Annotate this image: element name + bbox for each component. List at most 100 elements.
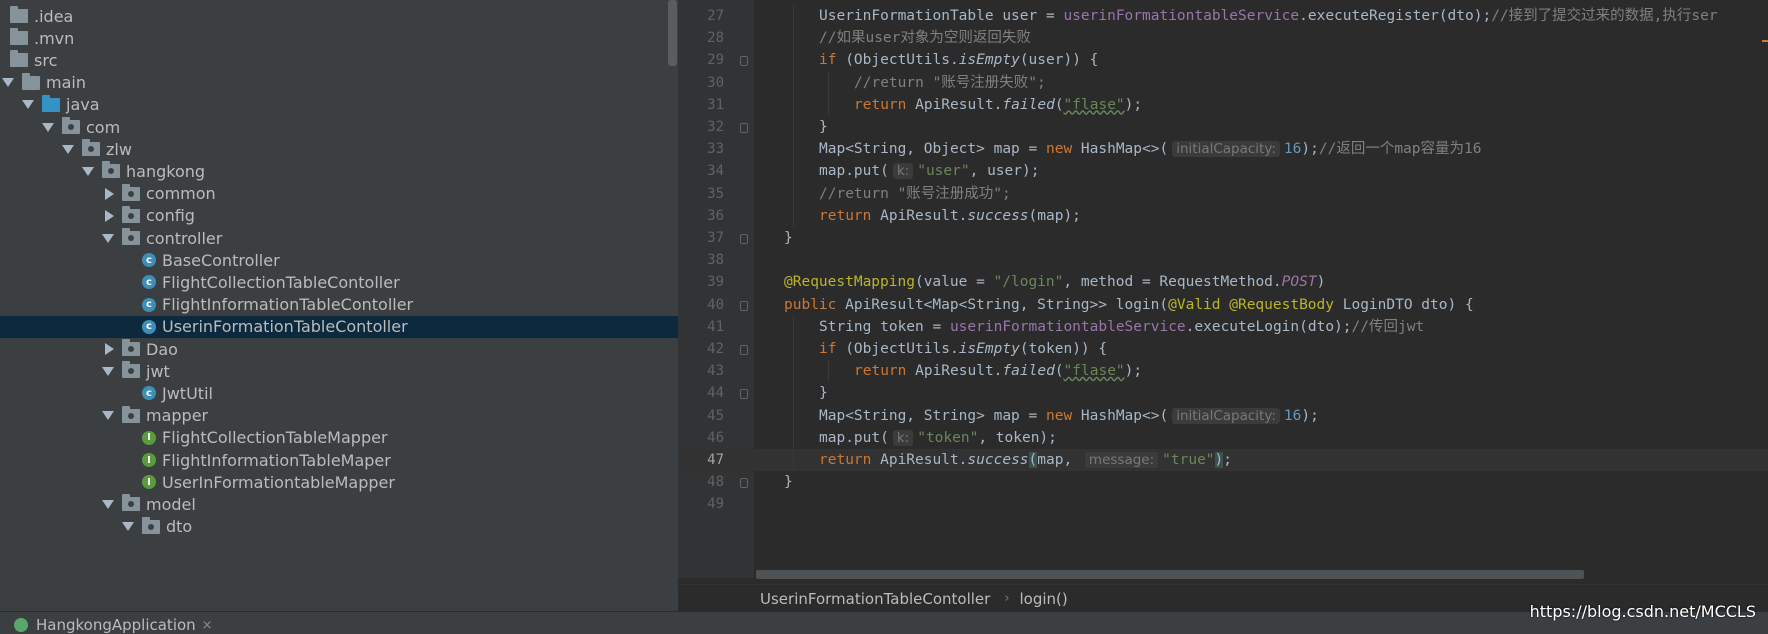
- run-tab[interactable]: HangkongApplication ×: [14, 616, 213, 634]
- breadcrumb-class[interactable]: UserinFormationTableContoller: [760, 590, 990, 608]
- tree-item[interactable]: I FlightCollectionTableMapper: [0, 427, 678, 449]
- code-line[interactable]: 27 UserinFormationTable user = userinForm…: [678, 5, 1768, 28]
- collapse-arrow-icon[interactable]: [105, 209, 114, 222]
- package-icon: [122, 228, 140, 246]
- code-token: (: [1054, 363, 1064, 380]
- line-number: 32: [707, 119, 724, 135]
- code-token: );: [1124, 363, 1143, 380]
- code-line[interactable]: 39 @RequestMapping(value = "/login", meth…: [678, 271, 1768, 293]
- tree-item[interactable]: c FlightInformationTableContoller: [0, 294, 678, 316]
- code-token: ;: [1223, 452, 1233, 468]
- tree-item[interactable]: main: [0, 72, 678, 94]
- fold-marker-icon[interactable]: [740, 123, 748, 133]
- package-icon: [122, 339, 140, 357]
- code-line[interactable]: 36 return ApiResult.success(map);: [678, 204, 1768, 227]
- code-line[interactable]: 37}: [678, 227, 1768, 249]
- tree-item[interactable]: c UserinFormationTableContoller: [0, 315, 678, 338]
- folder-icon: [42, 94, 60, 112]
- indent-guide: [828, 360, 829, 383]
- code-line[interactable]: 47 return ApiResult.success(map, message:…: [678, 449, 1768, 472]
- collapse-arrow-icon[interactable]: [105, 187, 114, 200]
- tree-item[interactable]: java: [0, 94, 678, 116]
- tree-item[interactable]: model: [0, 493, 678, 515]
- tree-item[interactable]: zlw: [0, 138, 678, 160]
- code-line[interactable]: 35 //return "账号注册成功";: [678, 182, 1768, 205]
- breadcrumb-method[interactable]: login(): [1020, 590, 1068, 608]
- tree-item[interactable]: src: [0, 49, 678, 71]
- tree-item[interactable]: config: [0, 205, 678, 227]
- tree-item[interactable]: hangkong: [0, 160, 678, 182]
- tree-item-label: hangkong: [126, 161, 206, 181]
- code-line[interactable]: 29 if (ObjectUtils.isEmpty(user)) {: [678, 49, 1768, 72]
- code-token: //传回jwt: [1351, 318, 1425, 335]
- tree-item[interactable]: I FlightInformationTableMaper: [0, 449, 678, 471]
- fold-marker-icon[interactable]: [740, 234, 748, 244]
- expand-arrow-icon[interactable]: [62, 144, 74, 154]
- editor-horizontal-scrollbar[interactable]: [756, 570, 1584, 579]
- code-line[interactable]: 33 Map<String, Object> map = new HashMap<…: [678, 138, 1768, 161]
- expand-arrow-icon[interactable]: [102, 233, 114, 243]
- code-line[interactable]: 49: [678, 493, 1768, 515]
- tree-item[interactable]: I UserInFormationtableMapper: [0, 471, 678, 493]
- indent-guide: [793, 204, 794, 227]
- tree-item[interactable]: Dao: [0, 338, 678, 360]
- close-icon[interactable]: ×: [202, 618, 213, 633]
- code-line[interactable]: 34 map.put(k: "user", user);: [678, 160, 1768, 183]
- code-line[interactable]: 43 return ApiResult.failed("flase");: [678, 360, 1768, 383]
- project-tree-scrollbar[interactable]: [668, 0, 677, 66]
- code-line[interactable]: 42 if (ObjectUtils.isEmpty(token)) {: [678, 338, 1768, 361]
- package-icon: [122, 361, 140, 379]
- collapse-arrow-icon[interactable]: [105, 343, 114, 356]
- code-line[interactable]: 41 String token = userinFormationtableSer…: [678, 315, 1768, 338]
- tree-item[interactable]: .mvn: [0, 27, 678, 49]
- code-token: (: [1028, 452, 1038, 468]
- fold-marker-icon[interactable]: [740, 345, 748, 355]
- code-line[interactable]: 38: [678, 249, 1768, 271]
- code-line[interactable]: 46 map.put(k: "token", token);: [678, 426, 1768, 449]
- fold-marker-icon[interactable]: [740, 389, 748, 400]
- folder-icon: [10, 6, 28, 24]
- code-token: String token =: [819, 318, 950, 335]
- fold-marker-icon[interactable]: [740, 56, 748, 67]
- tree-item-label: model: [146, 494, 196, 514]
- tree-item-label: main: [46, 73, 86, 93]
- code-token: @Valid: [1168, 296, 1230, 313]
- code-line[interactable]: 30 //return "账号注册失败";: [678, 71, 1768, 94]
- code-line[interactable]: 45 Map<String, String> map = new HashMap<…: [678, 404, 1768, 427]
- expand-arrow-icon[interactable]: [22, 100, 34, 110]
- code-editor[interactable]: 27 UserinFormationTable user = userinForm…: [678, 0, 1768, 611]
- tree-item[interactable]: dto: [0, 516, 678, 538]
- code-line[interactable]: 28 //如果user对象为空则返回失败: [678, 27, 1768, 50]
- error-stripe-mark[interactable]: [1762, 40, 1768, 42]
- expand-arrow-icon[interactable]: [102, 499, 114, 509]
- expand-arrow-icon[interactable]: [102, 411, 114, 421]
- code-line[interactable]: 48}: [678, 471, 1768, 493]
- tree-item[interactable]: common: [0, 183, 678, 205]
- tree-item[interactable]: com: [0, 116, 678, 138]
- tree-item[interactable]: c FlightCollectionTableContoller: [0, 271, 678, 293]
- line-number: 47: [707, 452, 724, 468]
- tree-item[interactable]: c JwtUtil: [0, 382, 678, 404]
- code-line[interactable]: 32}: [678, 116, 1768, 139]
- tree-item-label: UserInFormationtableMapper: [162, 472, 395, 492]
- code-line[interactable]: 44}: [678, 382, 1768, 405]
- expand-arrow-icon[interactable]: [2, 78, 14, 88]
- watermark: https://blog.csdn.net/MCCLS: [1529, 602, 1756, 621]
- expand-arrow-icon[interactable]: [102, 366, 114, 376]
- tree-item[interactable]: .idea: [0, 5, 678, 27]
- expand-arrow-icon[interactable]: [42, 122, 54, 132]
- tree-item[interactable]: jwt: [0, 360, 678, 382]
- tree-item[interactable]: controller: [0, 227, 678, 249]
- code-token: failed: [1002, 363, 1055, 380]
- code-token: "flase": [1063, 363, 1125, 380]
- code-line[interactable]: 31 return ApiResult.failed("flase");: [678, 93, 1768, 116]
- tree-item[interactable]: mapper: [0, 405, 678, 427]
- expand-arrow-icon[interactable]: [82, 166, 94, 176]
- code-token: , user);: [969, 163, 1040, 180]
- tree-item[interactable]: c BaseController: [0, 249, 678, 271]
- expand-arrow-icon[interactable]: [122, 522, 134, 532]
- fold-marker-icon[interactable]: [740, 478, 748, 489]
- code-token: success: [967, 452, 1029, 468]
- code-line[interactable]: 40 public ApiResult<Map<String, String>> …: [678, 294, 1768, 316]
- fold-marker-icon[interactable]: [740, 300, 748, 311]
